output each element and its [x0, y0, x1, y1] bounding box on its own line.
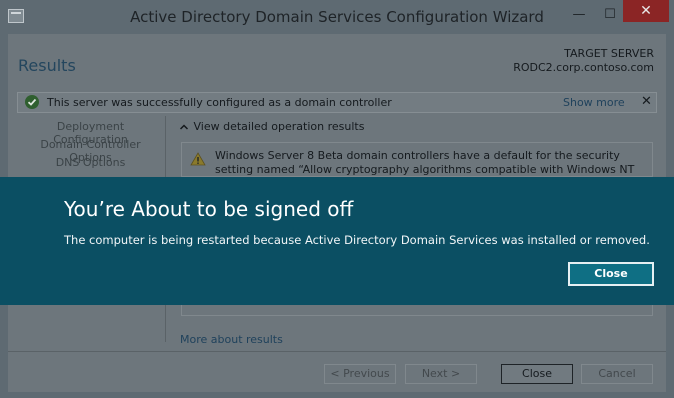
footer-divider: [8, 351, 666, 352]
cancel-button[interactable]: Cancel: [581, 364, 653, 384]
target-server-label: TARGET SERVER: [564, 47, 654, 60]
success-notification-bar: This server was successfully configured …: [17, 92, 657, 113]
previous-button[interactable]: < Previous: [324, 364, 396, 384]
sign-off-title: You’re About to be signed off: [64, 197, 354, 221]
sign-off-message: The computer is being restarted because …: [64, 233, 650, 247]
maximize-button[interactable]: ☐: [596, 5, 624, 25]
dismiss-notification-button[interactable]: ✕: [641, 94, 652, 109]
window-close-button[interactable]: ✕: [623, 0, 669, 22]
chevron-up-icon: [179, 120, 190, 133]
title-bar[interactable]: Active Directory Domain Services Configu…: [0, 0, 674, 34]
target-server-value: RODC2.corp.contoso.com: [513, 61, 654, 74]
success-message: This server was successfully configured …: [47, 96, 392, 109]
page-title: Results: [18, 56, 76, 75]
sign-off-notification-overlay: You’re About to be signed off The comput…: [0, 177, 674, 305]
more-about-results-link[interactable]: More about results: [180, 333, 283, 346]
next-button[interactable]: Next >: [405, 364, 477, 384]
close-button[interactable]: Close: [501, 364, 573, 384]
operation-results-panel: Windows Server 8 Beta domain controllers…: [181, 142, 653, 190]
warning-icon: [190, 151, 206, 170]
detailed-results-toggle[interactable]: View detailed operation results: [179, 120, 365, 133]
sidebar-item-dns-options[interactable]: DNS Options: [18, 156, 163, 169]
show-more-link[interactable]: Show more: [563, 96, 625, 109]
success-check-icon: [25, 95, 39, 109]
wizard-window: Active Directory Domain Services Configu…: [0, 0, 674, 398]
overlay-close-button[interactable]: Close: [568, 262, 654, 286]
minimize-button[interactable]: —: [565, 5, 593, 25]
operation-results-panel-bottom: [181, 304, 653, 316]
detailed-results-label: View detailed operation results: [193, 120, 365, 133]
